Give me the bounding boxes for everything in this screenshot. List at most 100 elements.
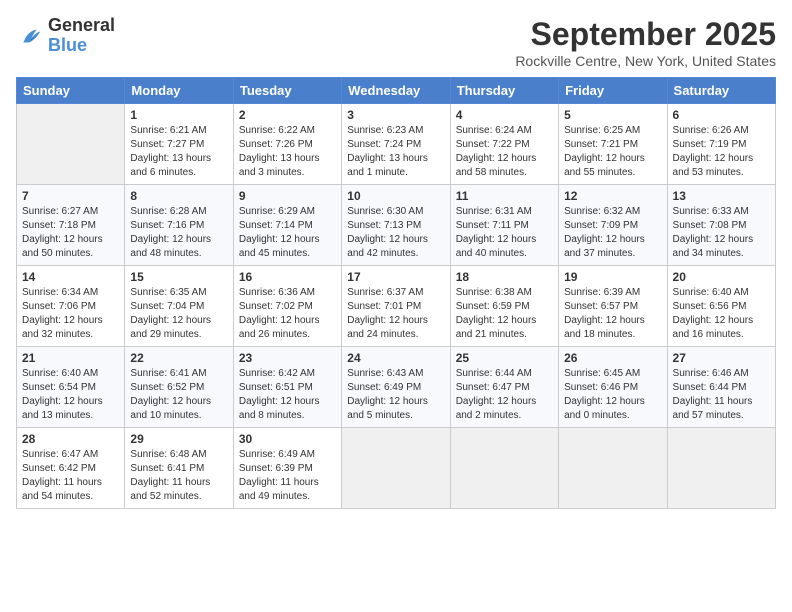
day-info: Sunrise: 6:37 AMSunset: 7:01 PMDaylight:… [347,286,444,342]
calendar-cell: 11 Sunrise: 6:31 AMSunset: 7:11 PMDayligh… [450,185,558,266]
day-number: 28 [22,432,119,446]
logo-text: General Blue [48,16,115,56]
day-number: 9 [239,189,336,203]
calendar-cell: 22 Sunrise: 6:41 AMSunset: 6:52 PMDayligh… [125,347,233,428]
day-of-week-header: Sunday [17,78,125,104]
day-number: 6 [673,108,770,122]
day-info: Sunrise: 6:36 AMSunset: 7:02 PMDaylight:… [239,286,336,342]
day-number: 21 [22,351,119,365]
day-info: Sunrise: 6:28 AMSunset: 7:16 PMDaylight:… [130,205,227,261]
page-header: General Blue September 2025 Rockville Ce… [16,16,776,69]
calendar-cell: 30 Sunrise: 6:49 AMSunset: 6:39 PMDayligh… [233,428,341,509]
day-number: 22 [130,351,227,365]
day-info: Sunrise: 6:29 AMSunset: 7:14 PMDaylight:… [239,205,336,261]
calendar-cell: 4 Sunrise: 6:24 AMSunset: 7:22 PMDaylight… [450,104,558,185]
day-of-week-header: Tuesday [233,78,341,104]
day-info: Sunrise: 6:43 AMSunset: 6:49 PMDaylight:… [347,367,444,423]
day-info: Sunrise: 6:40 AMSunset: 6:56 PMDaylight:… [673,286,770,342]
calendar-cell: 13 Sunrise: 6:33 AMSunset: 7:08 PMDayligh… [667,185,775,266]
day-of-week-header: Thursday [450,78,558,104]
day-number: 19 [564,270,661,284]
day-info: Sunrise: 6:33 AMSunset: 7:08 PMDaylight:… [673,205,770,261]
calendar-cell [342,428,450,509]
logo-bird-icon [16,22,44,50]
day-info: Sunrise: 6:38 AMSunset: 6:59 PMDaylight:… [456,286,553,342]
location-subtitle: Rockville Centre, New York, United State… [515,53,776,69]
calendar-cell [450,428,558,509]
calendar-cell: 28Sunrise: 6:47 AMSunset: 6:42 PMDayligh… [17,428,125,509]
title-block: September 2025 Rockville Centre, New Yor… [515,16,776,69]
day-number: 23 [239,351,336,365]
day-number: 25 [456,351,553,365]
calendar-cell: 18 Sunrise: 6:38 AMSunset: 6:59 PMDayligh… [450,266,558,347]
calendar-cell: 26Sunrise: 6:45 AMSunset: 6:46 PMDayligh… [559,347,667,428]
calendar-cell: 3Sunrise: 6:23 AMSunset: 7:24 PMDaylight… [342,104,450,185]
day-info: Sunrise: 6:46 AMSunset: 6:44 PMDaylight:… [673,367,770,423]
day-of-week-header: Saturday [667,78,775,104]
day-number: 17 [347,270,444,284]
day-number: 5 [564,108,661,122]
day-of-week-header: Wednesday [342,78,450,104]
calendar-cell: 15 Sunrise: 6:35 AMSunset: 7:04 PMDayligh… [125,266,233,347]
calendar-cell: 19 Sunrise: 6:39 AMSunset: 6:57 PMDayligh… [559,266,667,347]
day-info: Sunrise: 6:48 AMSunset: 6:41 PMDaylight:… [130,448,227,504]
calendar-cell: 9 Sunrise: 6:29 AMSunset: 7:14 PMDaylight… [233,185,341,266]
day-info: Sunrise: 6:26 AMSunset: 7:19 PMDaylight:… [673,124,770,180]
calendar-cell: 16Sunrise: 6:36 AMSunset: 7:02 PMDayligh… [233,266,341,347]
calendar-cell [559,428,667,509]
day-info: Sunrise: 6:30 AMSunset: 7:13 PMDaylight:… [347,205,444,261]
calendar-cell: 29 Sunrise: 6:48 AMSunset: 6:41 PMDayligh… [125,428,233,509]
day-of-week-header: Friday [559,78,667,104]
day-info: Sunrise: 6:34 AMSunset: 7:06 PMDaylight:… [22,286,119,342]
calendar-cell: 8Sunrise: 6:28 AMSunset: 7:16 PMDaylight… [125,185,233,266]
day-number: 30 [239,432,336,446]
calendar-cell: 24 Sunrise: 6:43 AMSunset: 6:49 PMDayligh… [342,347,450,428]
day-number: 12 [564,189,661,203]
calendar-cell: 10 Sunrise: 6:30 AMSunset: 7:13 PMDayligh… [342,185,450,266]
calendar-table: SundayMondayTuesdayWednesdayThursdayFrid… [16,77,776,509]
day-info: Sunrise: 6:24 AMSunset: 7:22 PMDaylight:… [456,124,553,180]
day-info: Sunrise: 6:35 AMSunset: 7:04 PMDaylight:… [130,286,227,342]
day-of-week-header: Monday [125,78,233,104]
day-number: 10 [347,189,444,203]
day-info: Sunrise: 6:21 AMSunset: 7:27 PMDaylight:… [130,124,227,180]
day-number: 27 [673,351,770,365]
calendar-cell: 12 Sunrise: 6:32 AMSunset: 7:09 PMDayligh… [559,185,667,266]
day-info: Sunrise: 6:44 AMSunset: 6:47 PMDaylight:… [456,367,553,423]
day-number: 15 [130,270,227,284]
day-info: Sunrise: 6:22 AMSunset: 7:26 PMDaylight:… [239,124,336,180]
calendar-cell: 17 Sunrise: 6:37 AMSunset: 7:01 PMDayligh… [342,266,450,347]
day-number: 24 [347,351,444,365]
calendar-cell: 21 Sunrise: 6:40 AMSunset: 6:54 PMDayligh… [17,347,125,428]
day-number: 3 [347,108,444,122]
day-number: 20 [673,270,770,284]
day-info: Sunrise: 6:39 AMSunset: 6:57 PMDaylight:… [564,286,661,342]
day-info: Sunrise: 6:27 AMSunset: 7:18 PMDaylight:… [22,205,119,261]
day-number: 7 [22,189,119,203]
calendar-cell: 6 Sunrise: 6:26 AMSunset: 7:19 PMDaylight… [667,104,775,185]
day-info: Sunrise: 6:31 AMSunset: 7:11 PMDaylight:… [456,205,553,261]
day-number: 29 [130,432,227,446]
day-info: Sunrise: 6:42 AMSunset: 6:51 PMDaylight:… [239,367,336,423]
calendar-cell: 7 Sunrise: 6:27 AMSunset: 7:18 PMDaylight… [17,185,125,266]
day-info: Sunrise: 6:32 AMSunset: 7:09 PMDaylight:… [564,205,661,261]
calendar-cell: 27 Sunrise: 6:46 AMSunset: 6:44 PMDayligh… [667,347,775,428]
calendar-cell [667,428,775,509]
day-number: 11 [456,189,553,203]
calendar-cell: 25 Sunrise: 6:44 AMSunset: 6:47 PMDayligh… [450,347,558,428]
calendar-cell: 2 Sunrise: 6:22 AMSunset: 7:26 PMDaylight… [233,104,341,185]
calendar-cell: 5 Sunrise: 6:25 AMSunset: 7:21 PMDaylight… [559,104,667,185]
day-number: 2 [239,108,336,122]
day-info: Sunrise: 6:41 AMSunset: 6:52 PMDaylight:… [130,367,227,423]
day-info: Sunrise: 6:25 AMSunset: 7:21 PMDaylight:… [564,124,661,180]
day-info: Sunrise: 6:40 AMSunset: 6:54 PMDaylight:… [22,367,119,423]
day-number: 26 [564,351,661,365]
calendar-cell: 14Sunrise: 6:34 AMSunset: 7:06 PMDayligh… [17,266,125,347]
calendar-cell: 1Sunrise: 6:21 AMSunset: 7:27 PMDaylight… [125,104,233,185]
day-number: 13 [673,189,770,203]
day-number: 18 [456,270,553,284]
day-info: Sunrise: 6:49 AMSunset: 6:39 PMDaylight:… [239,448,336,504]
day-number: 4 [456,108,553,122]
calendar-cell [17,104,125,185]
calendar-cell: 20 Sunrise: 6:40 AMSunset: 6:56 PMDayligh… [667,266,775,347]
